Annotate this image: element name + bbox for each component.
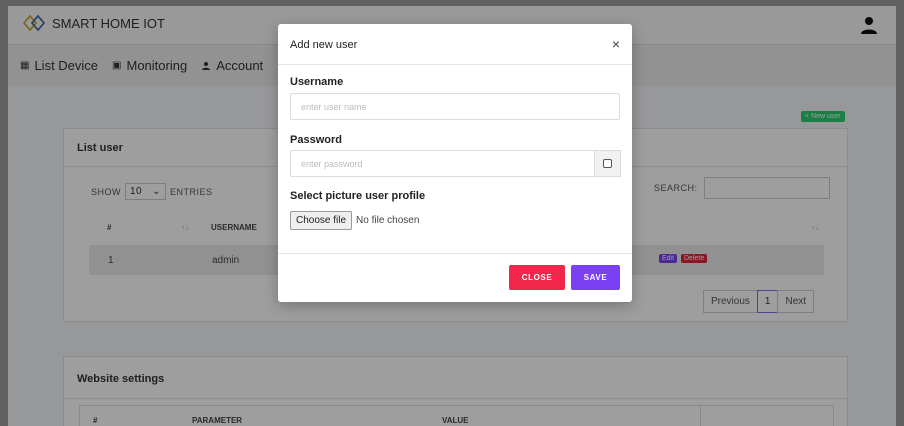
save-button[interactable]: SAVE	[571, 265, 620, 290]
password-field	[290, 150, 621, 177]
picture-label: Select picture user profile	[290, 190, 426, 202]
password-input[interactable]	[290, 150, 594, 177]
close-button[interactable]: CLOSE	[509, 265, 565, 290]
dialog-title: Add new user	[290, 39, 358, 51]
divider	[278, 253, 632, 254]
checkbox-icon[interactable]	[603, 159, 612, 168]
file-status: No file chosen	[356, 215, 420, 226]
username-label: Username	[290, 76, 344, 88]
add-user-dialog: Add new user × Username Password Select …	[278, 24, 632, 302]
choose-file-button[interactable]: Choose file	[290, 211, 353, 230]
show-password-toggle[interactable]	[594, 150, 621, 177]
password-label: Password	[290, 134, 342, 146]
username-input[interactable]	[290, 93, 620, 120]
close-icon[interactable]: ×	[612, 36, 620, 52]
file-picker: Choose file No file chosen	[290, 211, 419, 230]
divider	[278, 64, 632, 65]
